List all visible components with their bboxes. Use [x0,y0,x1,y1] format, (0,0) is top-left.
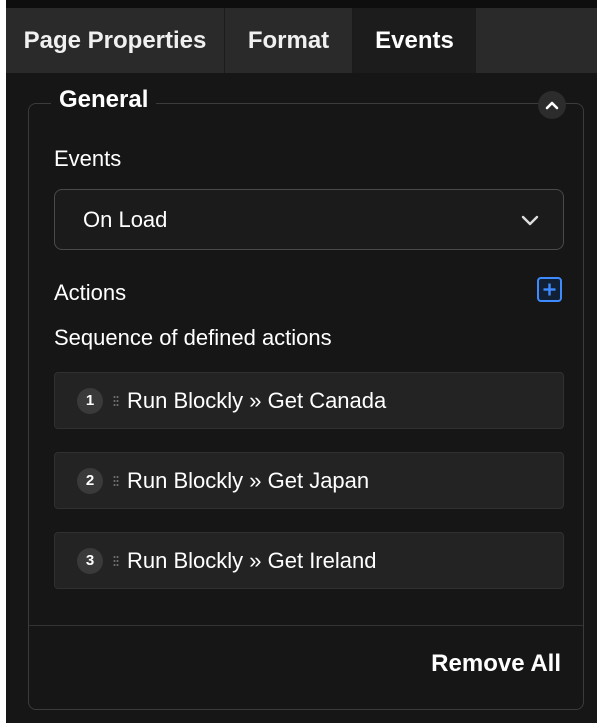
tab-format[interactable]: Format [225,8,353,73]
action-text: Run Blockly » Get Japan [127,467,370,493]
action-item[interactable]: 2 Run Blockly » Get Japan [54,452,564,509]
action-text: Run Blockly » Get Canada [127,387,387,413]
plus-icon [543,283,556,296]
properties-panel: Page Properties Format Events General Ev… [6,0,597,723]
actions-label: Actions [54,280,127,305]
drag-handle-icon[interactable] [113,475,119,487]
action-text: Run Blockly » Get Ireland [127,547,377,573]
remove-all-button[interactable]: Remove All [431,650,561,678]
drag-handle-icon[interactable] [113,395,119,407]
action-number: 3 [77,547,103,574]
action-number: 2 [77,467,103,494]
action-item[interactable]: 3 Run Blockly » Get Ireland [54,532,564,589]
tab-events[interactable]: Events [353,8,476,73]
chevron-down-icon [521,215,539,226]
tab-page-properties[interactable]: Page Properties [6,8,225,73]
add-action-button[interactable] [537,277,562,302]
tab-bar: Page Properties Format Events [6,8,597,73]
top-border [6,0,597,8]
chevron-up-icon [545,101,559,110]
action-number: 1 [77,387,103,414]
collapse-button[interactable] [538,91,566,119]
events-select[interactable]: On Load [54,189,564,250]
drag-handle-icon[interactable] [113,555,119,567]
section-title: General [51,86,157,114]
events-label: Events [54,146,122,171]
events-select-value: On Load [83,206,168,232]
sequence-label: Sequence of defined actions [54,325,332,350]
action-item[interactable]: 1 Run Blockly » Get Canada [54,372,564,429]
divider [29,625,583,626]
